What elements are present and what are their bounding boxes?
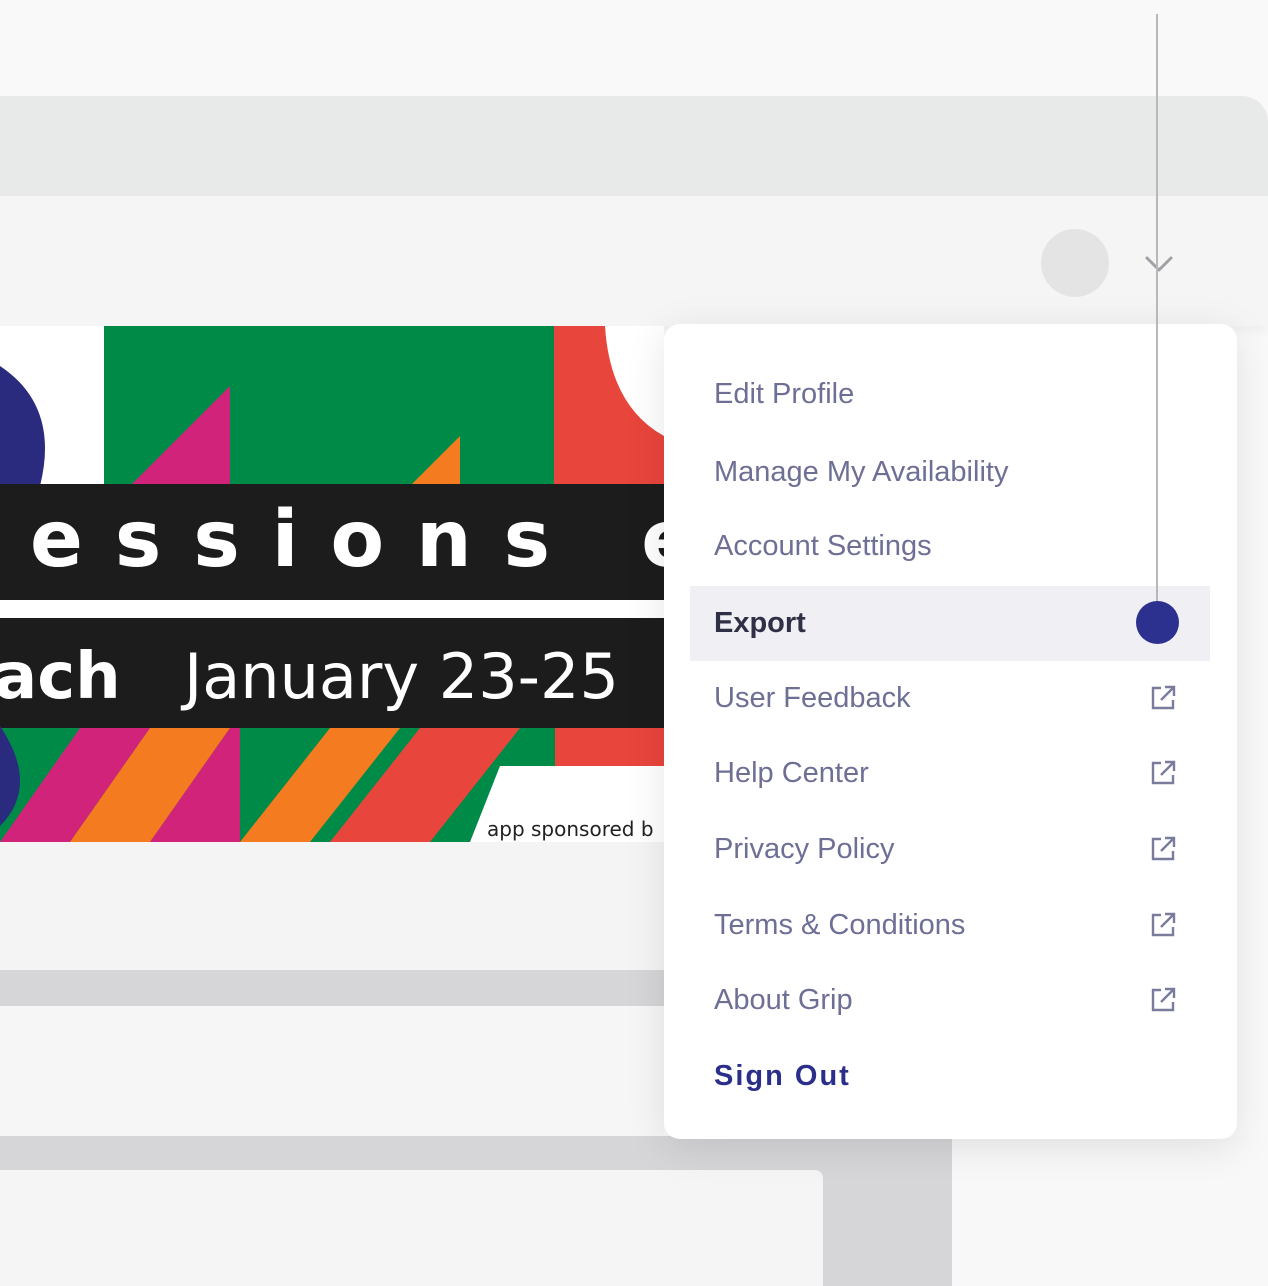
divider-band — [0, 970, 664, 1006]
chevron-down-icon[interactable] — [1143, 252, 1175, 274]
external-link-icon — [1151, 987, 1176, 1012]
window-titlebar — [0, 96, 1268, 196]
banner-line2-right: January 23-25 — [180, 640, 619, 713]
content-card — [0, 1006, 664, 1136]
menu-item-label: Export — [714, 607, 806, 639]
menu-item-label: Manage My Availability — [714, 455, 1009, 488]
menu-item-label: Sign Out — [714, 1059, 851, 1092]
click-indicator-dot — [1136, 601, 1179, 644]
menu-item-account-settings[interactable]: Account Settings — [690, 509, 1210, 583]
content-card — [0, 1170, 823, 1286]
menu-item-terms-conditions[interactable]: Terms & Conditions — [690, 888, 1210, 962]
banner-line1: essions e — [30, 495, 664, 585]
menu-item-label: About Grip — [714, 983, 853, 1016]
menu-item-label: Terms & Conditions — [714, 908, 966, 941]
banner-sponsor: app sponsored b — [487, 817, 654, 841]
profile-dropdown-menu: Edit Profile Manage My Availability Acco… — [664, 324, 1237, 1139]
menu-item-user-feedback[interactable]: User Feedback — [690, 661, 1210, 735]
menu-item-manage-availability[interactable]: Manage My Availability — [690, 435, 1210, 509]
external-link-icon — [1151, 760, 1176, 785]
menu-item-label: Privacy Policy — [714, 832, 895, 865]
external-link-icon — [1151, 685, 1176, 710]
menu-item-help-center[interactable]: Help Center — [690, 736, 1210, 810]
menu-item-label: Help Center — [714, 756, 869, 789]
menu-item-label: User Feedback — [714, 681, 911, 714]
right-panel — [952, 1136, 1268, 1286]
menu-item-about-grip[interactable]: About Grip — [690, 963, 1210, 1037]
menu-item-privacy-policy[interactable]: Privacy Policy — [690, 812, 1210, 886]
event-banner: essions e ach January 23-25 app sponsore… — [0, 326, 664, 842]
banner-line2-left: ach — [0, 640, 121, 714]
external-link-icon — [1151, 912, 1176, 937]
avatar[interactable] — [1041, 229, 1109, 297]
pointer-line — [1156, 14, 1158, 604]
sign-out-button[interactable]: Sign Out — [690, 1039, 1210, 1113]
external-link-icon — [1151, 836, 1176, 861]
menu-item-label: Edit Profile — [714, 377, 855, 410]
menu-item-label: Account Settings — [714, 529, 932, 562]
menu-item-export[interactable]: Export — [690, 586, 1210, 661]
menu-item-edit-profile[interactable]: Edit Profile — [690, 357, 1210, 431]
